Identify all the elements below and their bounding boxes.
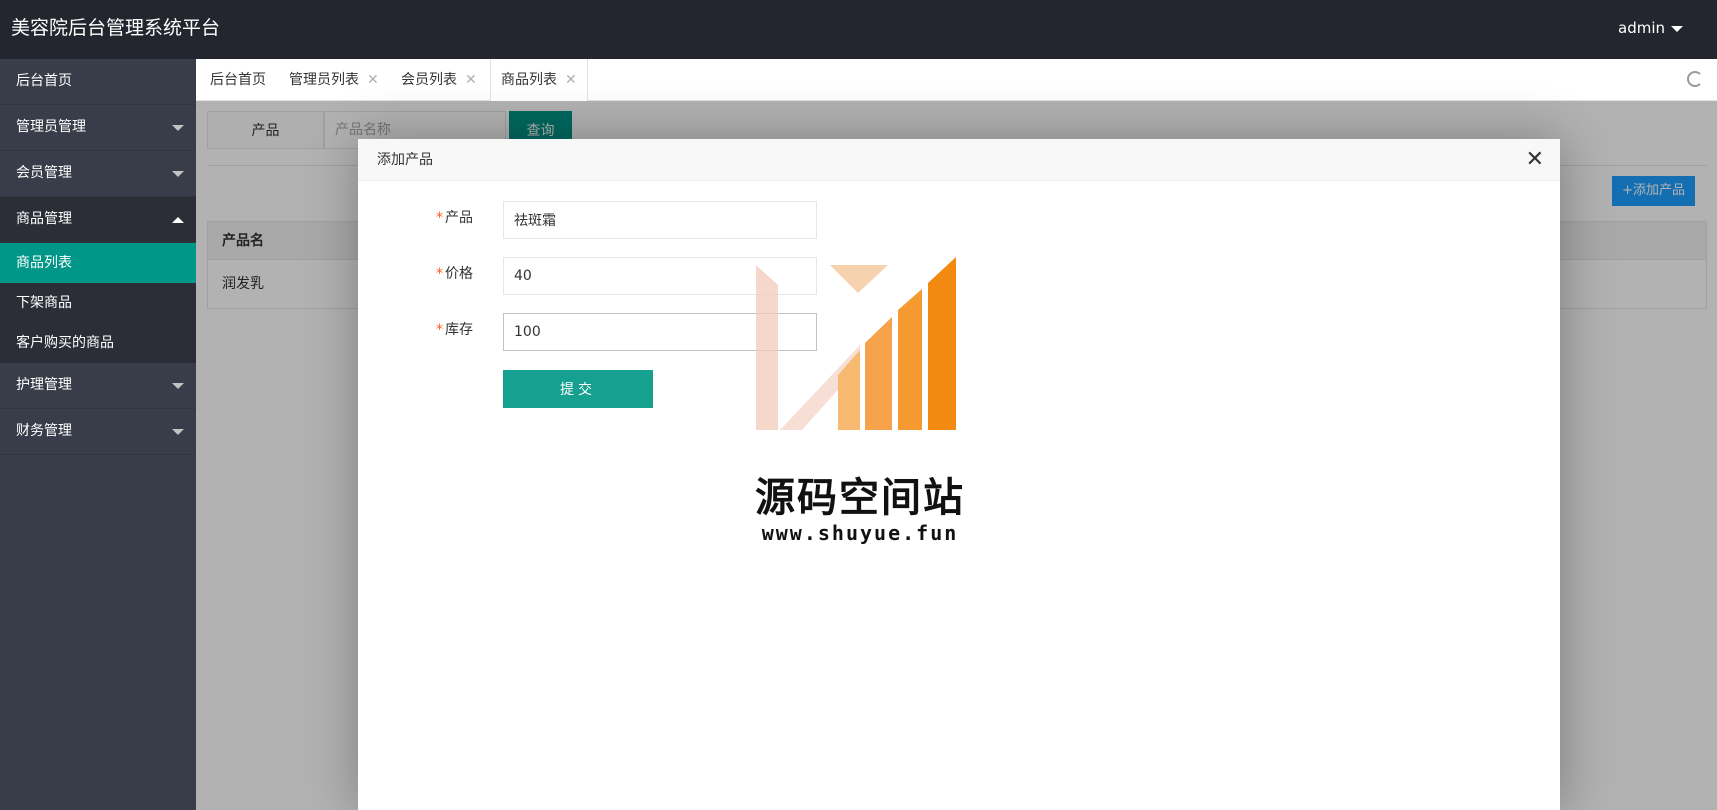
app-title: 美容院后台管理系统平台: [11, 17, 221, 39]
sidebar-item-label: 财务管理: [16, 423, 72, 439]
tab-product-list[interactable]: 商品列表 ✕: [490, 59, 588, 102]
top-header: 美容院后台管理系统平台 admin: [0, 0, 1717, 59]
form-row-stock: * 库存: [358, 313, 958, 351]
form-row-price: * 价格: [358, 257, 958, 295]
price-field[interactable]: [503, 257, 817, 295]
tab-member-list[interactable]: 会员列表 ✕: [401, 59, 477, 101]
sidebar-item-member-manage[interactable]: 会员管理: [0, 151, 196, 197]
sidebar-subitem-offshelf[interactable]: 下架商品: [0, 283, 196, 323]
sidebar-item-home[interactable]: 后台首页: [0, 59, 196, 105]
chevron-down-icon: [172, 429, 184, 435]
user-menu[interactable]: admin: [1618, 0, 1683, 57]
product-name-field[interactable]: [503, 201, 817, 239]
tab-label: 会员列表: [401, 72, 457, 88]
dialog-title: 添加产品: [358, 139, 1560, 181]
close-icon[interactable]: ✕: [1526, 147, 1544, 173]
sidebar: 后台首页 管理员管理 会员管理 商品管理 商品列表 下架商品 客户购买的商品 护…: [0, 59, 196, 810]
required-mark: *: [436, 266, 443, 282]
chevron-down-icon: [172, 383, 184, 389]
tab-label: 后台首页: [210, 72, 266, 88]
field-label-text: 库存: [445, 322, 473, 338]
sidebar-item-label: 商品管理: [16, 211, 72, 227]
stock-field[interactable]: [503, 313, 817, 351]
sidebar-subitem-product-list[interactable]: 商品列表: [0, 243, 196, 283]
sidebar-item-care-manage[interactable]: 护理管理: [0, 363, 196, 409]
sidebar-item-label: 后台首页: [16, 73, 72, 89]
add-product-dialog: 添加产品 ✕ *产品 *价格 *库存 提交: [358, 139, 1560, 810]
close-icon[interactable]: ✕: [465, 72, 477, 88]
sidebar-item-label: 管理员管理: [16, 119, 86, 135]
sidebar-item-label: 会员管理: [16, 165, 72, 181]
sidebar-item-admin-manage[interactable]: 管理员管理: [0, 105, 196, 151]
chevron-down-icon: [1671, 25, 1683, 32]
tab-bar: 后台首页 管理员列表 ✕ 会员列表 ✕ 商品列表 ✕: [196, 59, 1717, 102]
field-label: * 产品: [358, 201, 473, 239]
field-label: * 库存: [358, 313, 473, 351]
tab-label: 管理员列表: [289, 72, 359, 88]
close-icon[interactable]: ✕: [565, 72, 577, 88]
tab-home[interactable]: 后台首页: [210, 59, 266, 101]
tab-label: 商品列表: [501, 72, 557, 88]
sidebar-item-label: 护理管理: [16, 377, 72, 393]
field-label: * 价格: [358, 257, 473, 295]
chevron-down-icon: [172, 171, 184, 177]
sidebar-item-product-manage[interactable]: 商品管理: [0, 197, 196, 243]
required-mark: *: [436, 322, 443, 338]
field-label-text: 产品: [445, 210, 473, 226]
form-row-product: * 产品: [358, 201, 958, 239]
field-label-text: 价格: [445, 266, 473, 282]
chevron-down-icon: [172, 125, 184, 131]
close-icon[interactable]: ✕: [367, 72, 379, 88]
refresh-icon[interactable]: [1687, 71, 1703, 87]
sidebar-subitem-purchased[interactable]: 客户购买的商品: [0, 323, 196, 363]
sidebar-submenu: 商品列表 下架商品 客户购买的商品: [0, 243, 196, 363]
chevron-up-icon: [172, 217, 184, 223]
sidebar-item-finance-manage[interactable]: 财务管理: [0, 409, 196, 455]
tab-admin-list[interactable]: 管理员列表 ✕: [289, 59, 379, 101]
submit-button[interactable]: 提交: [503, 370, 653, 408]
user-name: admin: [1618, 19, 1665, 37]
required-mark: *: [436, 210, 443, 226]
